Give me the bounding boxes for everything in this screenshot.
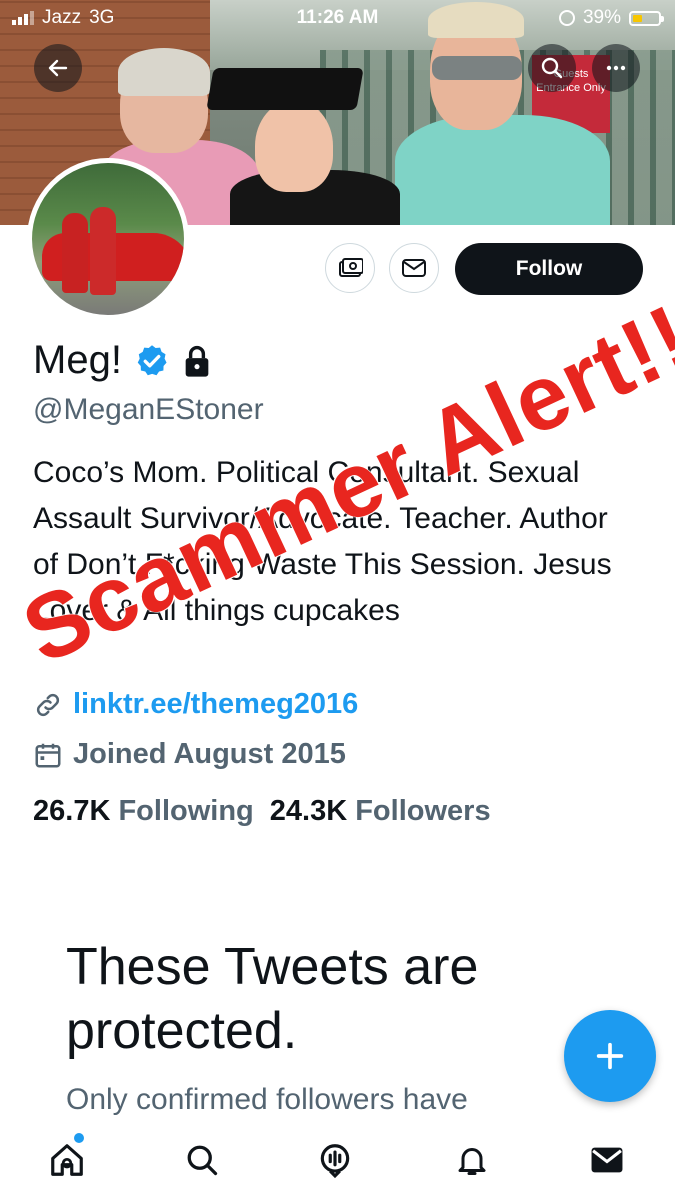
orientation-lock-icon	[558, 10, 575, 26]
home-icon	[51, 1144, 83, 1176]
status-bar: Jazz 3G 11:26 AM 39%	[0, 0, 675, 36]
verified-badge-icon	[137, 344, 167, 375]
joined-date: Joined August 2015	[73, 738, 346, 770]
messages-icon	[591, 1147, 623, 1173]
message-button[interactable]	[389, 243, 439, 293]
tip-button[interactable]	[325, 243, 375, 293]
user-handle: @MeganEStoner	[33, 393, 264, 426]
search-button[interactable]	[528, 44, 576, 92]
compose-tweet-button[interactable]	[564, 1010, 656, 1102]
following-label: Following	[118, 795, 254, 827]
protected-subtitle: Only confirmed followers have	[66, 1083, 468, 1116]
calendar-icon	[35, 743, 61, 767]
search-icon	[541, 57, 563, 79]
bottom-navigation	[0, 1120, 675, 1200]
search-icon	[187, 1145, 218, 1176]
back-button[interactable]	[34, 44, 82, 92]
arrow-left-icon	[48, 59, 68, 77]
nav-spaces[interactable]	[313, 1138, 357, 1182]
follow-stats: 26.7K Following 24.3K Followers	[33, 795, 491, 828]
avatar[interactable]	[27, 158, 189, 320]
joined-row: Joined August 2015	[33, 738, 346, 771]
followers-stat[interactable]: 24.3K Followers	[270, 795, 491, 828]
more-options-button[interactable]	[592, 44, 640, 92]
nav-messages[interactable]	[585, 1138, 629, 1182]
name-row: Meg!	[33, 338, 212, 383]
battery-icon	[629, 10, 664, 26]
nav-search[interactable]	[180, 1138, 224, 1182]
followers-label: Followers	[355, 795, 491, 827]
followers-count: 24.3K	[269, 795, 348, 827]
spaces-icon	[320, 1144, 350, 1179]
display-name: Meg!	[33, 338, 122, 382]
following-stat[interactable]: 26.7K Following	[33, 795, 254, 828]
protected-title: These Tweets are protected.	[66, 938, 479, 1060]
home-unread-dot	[74, 1133, 84, 1143]
link-icon	[36, 693, 60, 716]
following-count: 26.7K	[33, 795, 111, 827]
plus-icon	[596, 1042, 624, 1070]
follow-button[interactable]: Follow	[455, 243, 643, 295]
profile-page: Guests Entrance Only Jazz 3G 11:26 AM 39…	[0, 0, 675, 1200]
notifications-icon	[458, 1148, 486, 1175]
profile-link-row[interactable]: linktr.ee/themeg2016	[33, 688, 358, 721]
more-horizontal-icon	[606, 65, 626, 71]
profile-link[interactable]: linktr.ee/themeg2016	[73, 688, 358, 721]
nav-notifications[interactable]	[450, 1138, 494, 1182]
tip-jar-icon	[339, 258, 363, 277]
envelope-icon	[402, 259, 426, 277]
protected-lock-icon	[185, 345, 209, 377]
battery-percent: 39%	[582, 7, 621, 28]
nav-home[interactable]	[45, 1138, 89, 1182]
